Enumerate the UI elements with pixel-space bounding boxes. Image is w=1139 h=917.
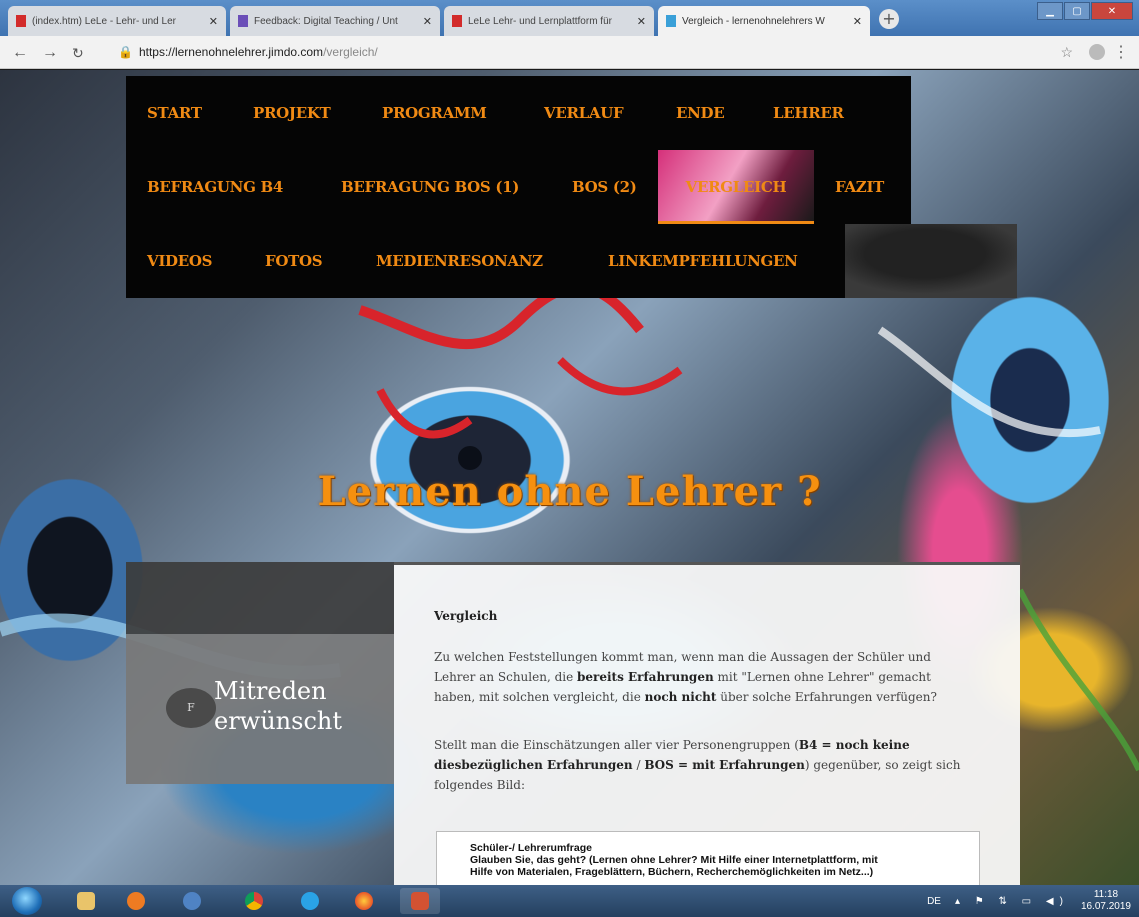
browser-tab[interactable]: Feedback: Digital Teaching / Unt ✕ — [230, 6, 440, 36]
system-tray: DE ▴ ⚑ ⇅ ▭ ◀) 11:18 16.07.2019 — [927, 885, 1131, 917]
nav-item-verlauf[interactable]: VERLAUF — [544, 104, 624, 122]
site-title: Lernen ohne Lehrer ? — [317, 468, 822, 515]
survey-title: Schüler-/ Lehrerumfrage — [470, 842, 592, 854]
nav-item-vergleich[interactable]: VERGLEICH — [658, 150, 814, 224]
survey-table: Schüler-/ Lehrerumfrage Glauben Sie, das… — [436, 831, 980, 885]
reload-icon[interactable]: ↻ — [72, 45, 84, 62]
maximize-icon[interactable]: ▢ — [1064, 2, 1090, 20]
media-player-taskbar-icon[interactable] — [116, 888, 156, 914]
comparison-paragraph: Stellt man die Einschätzungen aller vier… — [434, 735, 974, 795]
sidebar-label-line: Mitreden — [214, 677, 327, 705]
nav-item-linkempfehlungen[interactable]: LINKEMPFEHLUNGEN — [608, 252, 798, 270]
url-host: https://lernenohnelehrer.jimdo.com — [138, 45, 324, 59]
nav-item-ende[interactable]: ENDE — [676, 104, 725, 122]
nav-item-programm[interactable]: PROGRAMM — [382, 104, 487, 122]
close-window-icon[interactable]: ✕ — [1091, 2, 1133, 20]
tray-icons[interactable]: ▴ ⚑ ⇅ ▭ ◀) — [955, 896, 1069, 907]
windows-start-icon[interactable] — [12, 887, 42, 915]
survey-question: Hilfe von Materialen, Frageblättern, Büc… — [470, 866, 874, 878]
lock-icon: 🔒 — [118, 45, 133, 59]
text-bold: bereits Erfahrungen — [577, 670, 714, 684]
sidebar-header — [126, 562, 394, 634]
forward-icon[interactable]: → — [42, 44, 58, 62]
nav-item-befragung-b4[interactable]: BEFRAGUNG B4 — [147, 178, 283, 196]
browser-tab-bar: (index.htm) LeLe - Lehr- und Ler ✕ Feedb… — [0, 0, 1139, 36]
forms-favicon-icon — [238, 15, 248, 27]
tab-title: LeLe Lehr- und Lernplattform für — [468, 15, 612, 27]
firefox-taskbar-icon[interactable] — [344, 888, 384, 914]
content-area: Vergleich Zu welchen Feststellungen komm… — [394, 562, 1020, 885]
explorer-taskbar-icon[interactable] — [66, 888, 106, 914]
nav-item-projekt[interactable]: PROJEKT — [253, 104, 331, 122]
nav-item-fazit[interactable]: FAZIT — [835, 178, 884, 196]
presentation-taskbar-icon[interactable] — [400, 888, 440, 914]
nav-item-befragung-bos-1[interactable]: BEFRAGUNG BOS (1) — [341, 178, 519, 196]
browser-tab[interactable]: (index.htm) LeLe - Lehr- und Ler ✕ — [8, 6, 226, 36]
page-viewport: START PROJEKT PROGRAMM VERLAUF ENDE LEHR… — [0, 70, 1139, 885]
new-tab-button[interactable]: + — [879, 9, 899, 29]
minimize-icon[interactable]: ▁ — [1037, 2, 1063, 20]
window-controls: ▁ ▢ ✕ — [1036, 2, 1133, 20]
bookmark-star-icon[interactable]: ☆ — [1060, 44, 1073, 61]
tab-title: Feedback: Digital Teaching / Unt — [254, 15, 398, 27]
browser-tab[interactable]: LeLe Lehr- und Lernplattform für ✕ — [444, 6, 654, 36]
remote-desktop-taskbar-icon[interactable] — [172, 888, 212, 914]
intro-paragraph: Zu welchen Feststellungen kommt man, wen… — [434, 647, 974, 707]
site-favicon-icon — [666, 15, 676, 27]
nav-item-bos-2[interactable]: BOS (2) — [572, 178, 637, 196]
text-span: Stellt man die Einschätzungen aller vier… — [434, 738, 799, 752]
language-indicator[interactable]: DE — [927, 896, 941, 907]
close-tab-icon[interactable]: ✕ — [209, 15, 218, 28]
tab-title: Vergleich - lernenohnelehrers W — [682, 15, 825, 27]
feedback-badge-icon[interactable]: F — [166, 688, 216, 728]
back-icon[interactable]: ← — [12, 44, 28, 62]
close-tab-icon[interactable]: ✕ — [423, 15, 432, 28]
sidebar-mitreden[interactable]: F Mitreden erwünscht — [126, 634, 394, 784]
jimdo-favicon-icon — [452, 15, 462, 27]
sidebar-label-line: erwünscht — [214, 707, 342, 735]
text-bold: BOS = mit Erfahrungen — [644, 758, 805, 772]
clock-time: 11:18 — [1093, 889, 1119, 900]
internet-explorer-taskbar-icon[interactable] — [290, 888, 330, 914]
clock[interactable]: 11:18 16.07.2019 — [1081, 889, 1131, 913]
sidebar-label[interactable]: Mitreden erwünscht — [214, 676, 342, 736]
nav-item-fotos[interactable]: FOTOS — [265, 252, 323, 270]
clock-date: 16.07.2019 — [1080, 901, 1131, 912]
nav-item-videos[interactable]: VIDEOS — [147, 252, 213, 270]
profile-avatar-icon[interactable] — [1089, 44, 1105, 60]
text-span: / — [632, 758, 645, 772]
tab-title: (index.htm) LeLe - Lehr- und Ler — [32, 15, 176, 27]
windows-taskbar: DE ▴ ⚑ ⇅ ▭ ◀) 11:18 16.07.2019 — [0, 885, 1139, 917]
text-bold: noch nicht — [644, 690, 717, 704]
browser-menu-icon[interactable]: ⋮ — [1113, 42, 1129, 62]
nav-item-lehrer[interactable]: LEHRER — [773, 104, 844, 122]
url-path: /vergleich/ — [323, 45, 378, 59]
text-span: über solche Erfahrungen verfügen? — [716, 690, 937, 704]
nav-item-medienresonanz[interactable]: MEDIENRESONANZ — [376, 252, 543, 270]
browser-tab-active[interactable]: Vergleich - lernenohnelehrers W ✕ — [658, 6, 870, 36]
url-field[interactable]: 🔒 https://lernenohnelehrer.jimdo.com/verg… — [118, 45, 378, 59]
chrome-taskbar-icon[interactable] — [234, 888, 274, 914]
nav-background-extension — [845, 224, 1017, 298]
jimdo-favicon-icon — [16, 15, 26, 27]
address-bar: ← → ↻ 🔒 https://lernenohnelehrer.jimdo.co… — [0, 36, 1139, 69]
close-tab-icon[interactable]: ✕ — [853, 15, 862, 28]
close-tab-icon[interactable]: ✕ — [637, 15, 646, 28]
survey-question: Glauben Sie, das geht? (Lernen ohne Lehr… — [470, 854, 878, 866]
nav-item-start[interactable]: START — [147, 104, 202, 122]
content-heading: Vergleich — [434, 609, 498, 623]
main-navigation: START PROJEKT PROGRAMM VERLAUF ENDE LEHR… — [126, 76, 911, 298]
